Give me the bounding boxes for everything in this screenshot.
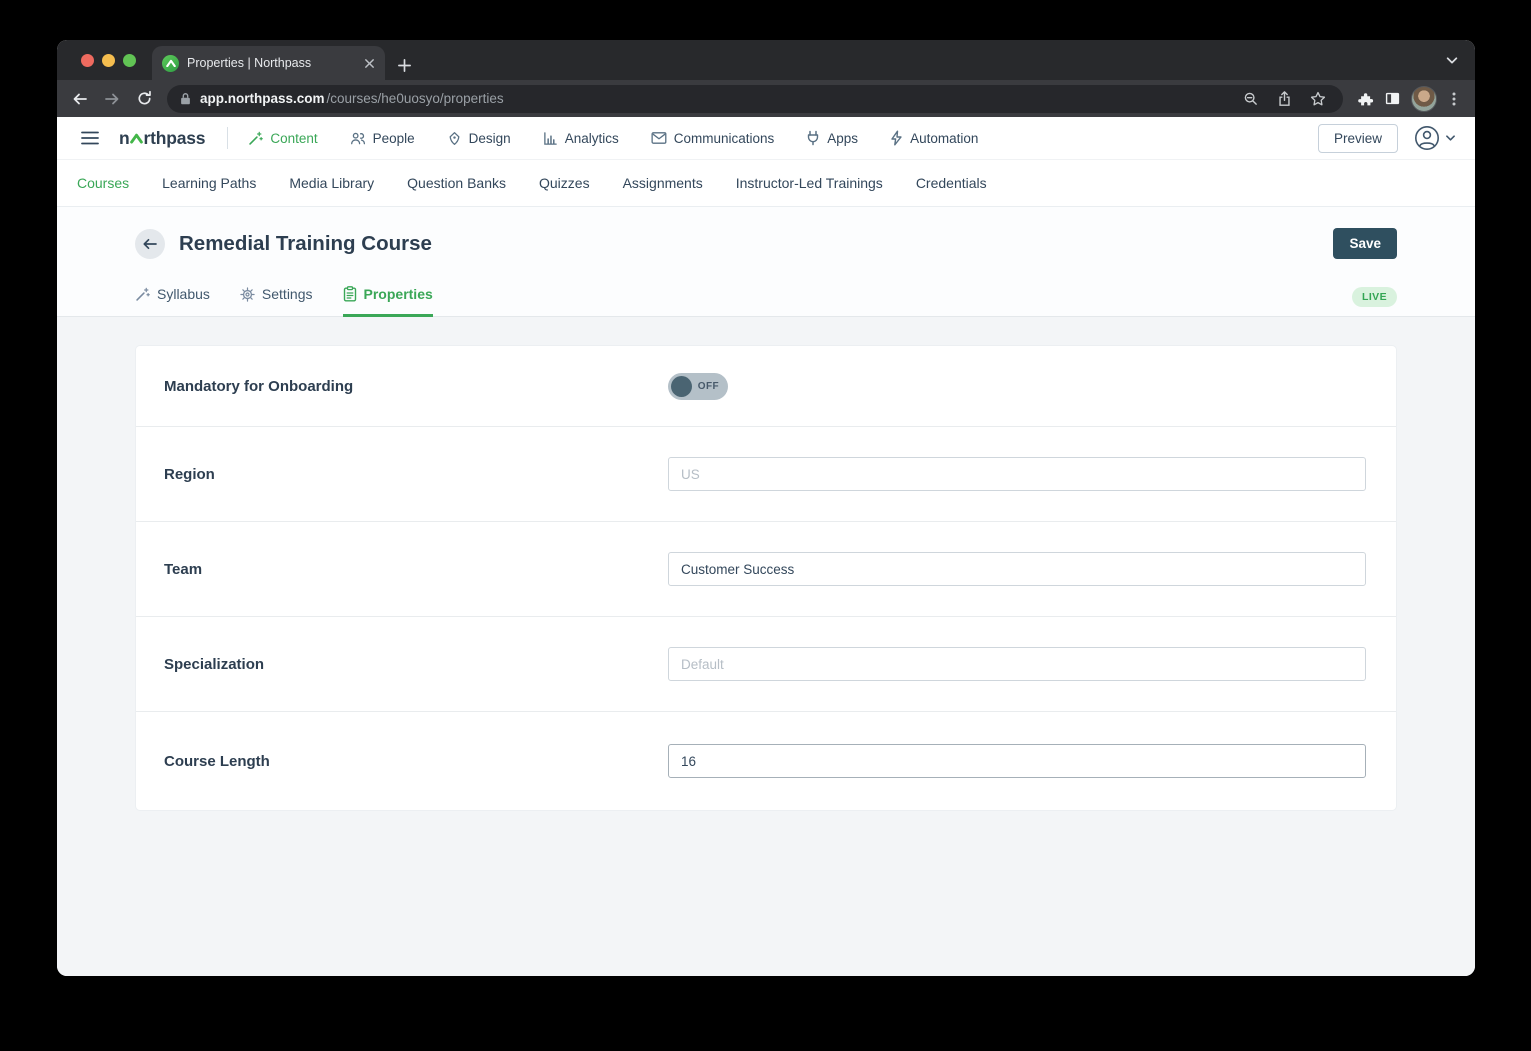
user-circle-icon xyxy=(1414,125,1440,151)
logo-text-suffix: rthpass xyxy=(144,128,206,149)
caret-down-icon xyxy=(1446,135,1455,141)
sub-nav-question-banks[interactable]: Question Banks xyxy=(407,175,506,191)
sub-nav-instructor-led-trainings[interactable]: Instructor-Led Trainings xyxy=(736,175,883,191)
field-label: Mandatory for Onboarding xyxy=(164,378,353,395)
form-row-mandatory-for-onboarding: Mandatory for Onboarding OFF xyxy=(136,346,1396,427)
form-row-region: Region xyxy=(136,427,1396,522)
tab-close-icon[interactable] xyxy=(364,58,375,69)
toggle-state-label: OFF xyxy=(698,381,719,392)
header-divider xyxy=(227,127,228,149)
specialization-input[interactable] xyxy=(668,647,1366,681)
course-tabs: Syllabus Settings Properties LIVE xyxy=(135,286,1397,316)
tab-title: Properties | Northpass xyxy=(187,56,356,70)
back-arrow-icon xyxy=(142,237,158,251)
northpass-logo[interactable]: n rthpass xyxy=(119,128,205,149)
toggle-knob xyxy=(671,376,692,397)
back-button[interactable] xyxy=(135,229,165,259)
page-title: Remedial Training Course xyxy=(179,232,432,256)
nav-item-analytics[interactable]: Analytics xyxy=(543,131,619,146)
browser-profile-avatar[interactable] xyxy=(1411,86,1437,112)
zoom-icon[interactable] xyxy=(1238,91,1264,107)
nav-item-content[interactable]: Content xyxy=(248,131,317,146)
macos-traffic-lights[interactable] xyxy=(81,54,136,67)
nav-item-design[interactable]: Design xyxy=(447,131,511,146)
mandatory-onboarding-toggle[interactable]: OFF xyxy=(668,373,728,400)
main-nav: Content People Design Analytics Communic… xyxy=(248,130,978,146)
sub-nav-learning-paths[interactable]: Learning Paths xyxy=(162,175,256,191)
fullscreen-window-button[interactable] xyxy=(123,54,136,67)
browser-tabstrip: Properties | Northpass xyxy=(57,40,1475,80)
tab-search-chevron-icon[interactable] xyxy=(1445,53,1459,67)
bar-chart-icon xyxy=(543,131,558,146)
lightning-icon xyxy=(890,130,903,146)
form-row-specialization: Specialization xyxy=(136,617,1396,712)
northpass-favicon-icon xyxy=(162,55,179,72)
sub-nav-courses[interactable]: Courses xyxy=(77,175,129,191)
lock-icon xyxy=(179,92,192,106)
tab-settings[interactable]: Settings xyxy=(240,286,313,317)
gear-icon xyxy=(240,287,255,302)
preview-button[interactable]: Preview xyxy=(1318,124,1398,153)
tab-syllabus[interactable]: Syllabus xyxy=(135,286,210,317)
clipboard-icon xyxy=(343,286,357,302)
nav-item-apps[interactable]: Apps xyxy=(806,130,858,146)
field-label: Region xyxy=(164,466,215,483)
form-row-course-length: Course Length xyxy=(136,712,1396,810)
people-icon xyxy=(350,131,366,146)
field-label: Course Length xyxy=(164,753,270,770)
tab-properties[interactable]: Properties xyxy=(343,286,433,317)
app-header: n rthpass Content People Design Analytic… xyxy=(57,117,1475,160)
browser-tab[interactable]: Properties | Northpass xyxy=(152,46,385,80)
close-window-button[interactable] xyxy=(81,54,94,67)
new-tab-button[interactable] xyxy=(397,58,412,73)
back-icon[interactable] xyxy=(65,84,95,114)
account-menu[interactable] xyxy=(1414,125,1455,151)
forward-icon[interactable] xyxy=(97,84,127,114)
share-icon[interactable] xyxy=(1272,91,1297,107)
course-length-input[interactable] xyxy=(668,744,1366,778)
content-sub-nav: Courses Learning Paths Media Library Que… xyxy=(57,160,1475,207)
wand-icon xyxy=(248,131,263,146)
sub-nav-media-library[interactable]: Media Library xyxy=(289,175,374,191)
wand-icon xyxy=(135,287,150,302)
status-badge: LIVE xyxy=(1352,287,1397,307)
pen-nib-icon xyxy=(447,131,462,146)
extensions-puzzle-icon[interactable] xyxy=(1357,90,1374,107)
sub-nav-quizzes[interactable]: Quizzes xyxy=(539,175,590,191)
northpass-chevron-icon xyxy=(130,132,143,144)
team-input[interactable] xyxy=(668,552,1366,586)
minimize-window-button[interactable] xyxy=(102,54,115,67)
browser-menu-kebab-icon[interactable] xyxy=(1447,91,1461,107)
url-domain: app.northpass.com xyxy=(200,91,325,106)
nav-item-communications[interactable]: Communications xyxy=(651,131,775,146)
properties-content: Mandatory for Onboarding OFF Region Team xyxy=(57,317,1475,976)
reload-icon[interactable] xyxy=(129,84,159,114)
side-panel-icon[interactable] xyxy=(1384,90,1401,107)
address-bar[interactable]: app.northpass.com/courses/he0uosyo/prope… xyxy=(167,85,1343,113)
region-input[interactable] xyxy=(668,457,1366,491)
sub-nav-credentials[interactable]: Credentials xyxy=(916,175,987,191)
nav-item-automation[interactable]: Automation xyxy=(890,130,978,146)
properties-card: Mandatory for Onboarding OFF Region Team xyxy=(136,346,1396,810)
field-label: Specialization xyxy=(164,656,264,673)
hamburger-menu-icon[interactable] xyxy=(77,127,103,149)
url-path: /courses/he0uosyo/properties xyxy=(327,91,504,106)
save-button[interactable]: Save xyxy=(1333,228,1397,259)
bookmark-star-icon[interactable] xyxy=(1305,91,1331,107)
nav-item-people[interactable]: People xyxy=(350,131,415,146)
toolbar-right-cluster xyxy=(1351,86,1467,112)
course-page-header: Remedial Training Course Save Syllabus S… xyxy=(57,207,1475,317)
envelope-icon xyxy=(651,131,667,145)
plug-icon xyxy=(806,130,820,146)
browser-toolbar: app.northpass.com/courses/he0uosyo/prope… xyxy=(57,80,1475,117)
sub-nav-assignments[interactable]: Assignments xyxy=(623,175,703,191)
logo-text-prefix: n xyxy=(119,128,130,149)
browser-window: Properties | Northpass app.northpass.com… xyxy=(57,40,1475,976)
form-row-team: Team xyxy=(136,522,1396,617)
field-label: Team xyxy=(164,561,202,578)
